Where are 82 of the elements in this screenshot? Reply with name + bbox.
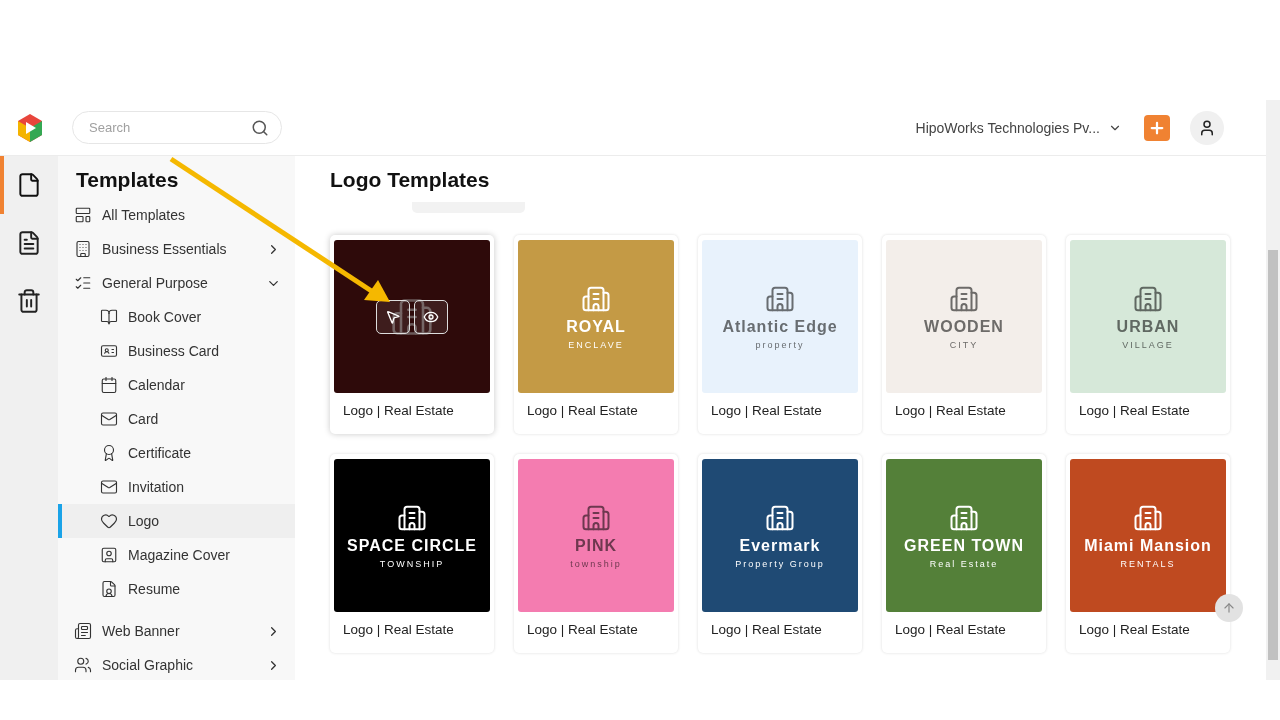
template-card[interactable]: ROYAL ENCLAVE Logo | Real Estate	[514, 235, 678, 434]
category-icon	[74, 240, 92, 258]
category-icon	[74, 206, 92, 224]
logo-text: Miami Mansion	[1084, 536, 1212, 555]
preview-button[interactable]	[414, 300, 448, 334]
use-template-button[interactable]	[376, 300, 410, 334]
template-card[interactable]: Miami Mansion RENTALS Logo | Real Estate	[1066, 454, 1230, 653]
arrow-up-icon	[1222, 601, 1236, 615]
category-icon	[100, 410, 118, 428]
template-card[interactable]: Evermark Property Group Logo | Real Estate	[698, 454, 862, 653]
sidebar-item[interactable]: Invitation	[58, 470, 295, 504]
template-caption: Logo | Real Estate	[894, 621, 1007, 637]
organization-dropdown[interactable]: HipoWorks Technologies Pv...	[915, 119, 1122, 136]
sidebar-item[interactable]: Book Cover	[58, 300, 295, 334]
category-icon	[100, 342, 118, 360]
template-card[interactable]: Logo | Real Estate	[330, 235, 494, 434]
user-icon	[1198, 118, 1216, 137]
logo-text: VILLAGE	[1122, 339, 1174, 350]
category-icon	[74, 274, 92, 292]
sidebar-item[interactable]: Magazine Cover	[58, 538, 295, 572]
category-icon	[100, 376, 118, 394]
logo-text: Atlantic Edge	[722, 317, 838, 336]
logo-text: Property Group	[735, 558, 825, 569]
category-icon	[100, 308, 118, 326]
template-caption: Logo | Real Estate	[526, 621, 639, 637]
add-button[interactable]	[1144, 114, 1170, 141]
logo-text: property	[755, 339, 805, 350]
template-caption: Logo | Real Estate	[894, 402, 1007, 418]
text-document-icon	[16, 230, 42, 256]
scroll-to-top-button[interactable]	[1215, 594, 1243, 622]
sidebar-item[interactable]: Business Essentials	[58, 232, 295, 266]
logo-text: ENCLAVE	[568, 339, 624, 350]
template-caption: Logo | Real Estate	[526, 402, 639, 418]
sidebar-item[interactable]: Business Card	[58, 334, 295, 368]
category-icon	[74, 622, 92, 640]
logo-text: Real Estate	[929, 558, 999, 569]
sidebar-item[interactable]: Card	[58, 402, 295, 436]
sidebar-item[interactable]: General Purpose	[58, 266, 295, 300]
logo-text: RENTALS	[1120, 558, 1176, 569]
sidebar-item[interactable]: Social Graphic	[58, 648, 295, 680]
eye-icon	[423, 309, 439, 325]
logo-text: Evermark	[739, 536, 821, 555]
sidebar-item[interactable]: Resume	[58, 572, 295, 606]
category-icon	[100, 580, 118, 598]
sidebar-title: Templates	[75, 168, 180, 192]
template-card[interactable]: Atlantic Edge property Logo | Real Estate	[698, 235, 862, 434]
template-card[interactable]: PINK township Logo | Real Estate	[514, 454, 678, 653]
template-caption: Logo | Real Estate	[1078, 402, 1191, 418]
logo-text: ROYAL	[566, 317, 626, 336]
logo-text: township	[570, 558, 622, 569]
scrollbar[interactable]	[1266, 100, 1280, 680]
logo-text: GREEN TOWN	[904, 536, 1024, 555]
template-caption: Logo | Real Estate	[342, 402, 455, 418]
template-caption: Logo | Real Estate	[1078, 621, 1191, 637]
template-caption: Logo | Real Estate	[710, 621, 823, 637]
search-icon[interactable]	[251, 118, 269, 137]
category-icon	[100, 478, 118, 496]
template-caption: Logo | Real Estate	[342, 621, 455, 637]
page-title: Logo Templates	[330, 168, 491, 192]
template-caption: Logo | Real Estate	[710, 402, 823, 418]
trash-icon	[16, 288, 42, 314]
logo-text: SPACE CIRCLE	[347, 536, 477, 555]
logo-text: WOODEN	[924, 317, 1004, 336]
sidebar-item[interactable]: Calendar	[58, 368, 295, 402]
template-card[interactable]: WOODEN CITY Logo | Real Estate	[882, 235, 1046, 434]
sidebar-item[interactable]: Logo	[58, 504, 295, 538]
document-icon	[16, 172, 42, 198]
logo-text: PINK	[574, 536, 618, 555]
template-card[interactable]: GREEN TOWN Real Estate Logo | Real Estate	[882, 454, 1046, 653]
logo-text: CITY	[949, 339, 979, 350]
sidebar-item[interactable]: All Templates	[58, 198, 295, 232]
user-avatar[interactable]	[1190, 110, 1224, 145]
template-card[interactable]: URBAN VILLAGE Logo | Real Estate	[1066, 235, 1230, 434]
sidebar-item[interactable]: Web Banner	[58, 614, 295, 648]
pointer-icon	[385, 309, 401, 325]
category-icon	[100, 546, 118, 564]
template-card[interactable]: SPACE CIRCLE TOWNSHIP Logo | Real Estate	[330, 454, 494, 653]
logo-text: TOWNSHIP	[379, 558, 445, 569]
category-icon	[100, 512, 118, 530]
sidebar-item[interactable]: Certificate	[58, 436, 295, 470]
logo-text: URBAN	[1116, 317, 1180, 336]
category-icon	[74, 656, 92, 674]
